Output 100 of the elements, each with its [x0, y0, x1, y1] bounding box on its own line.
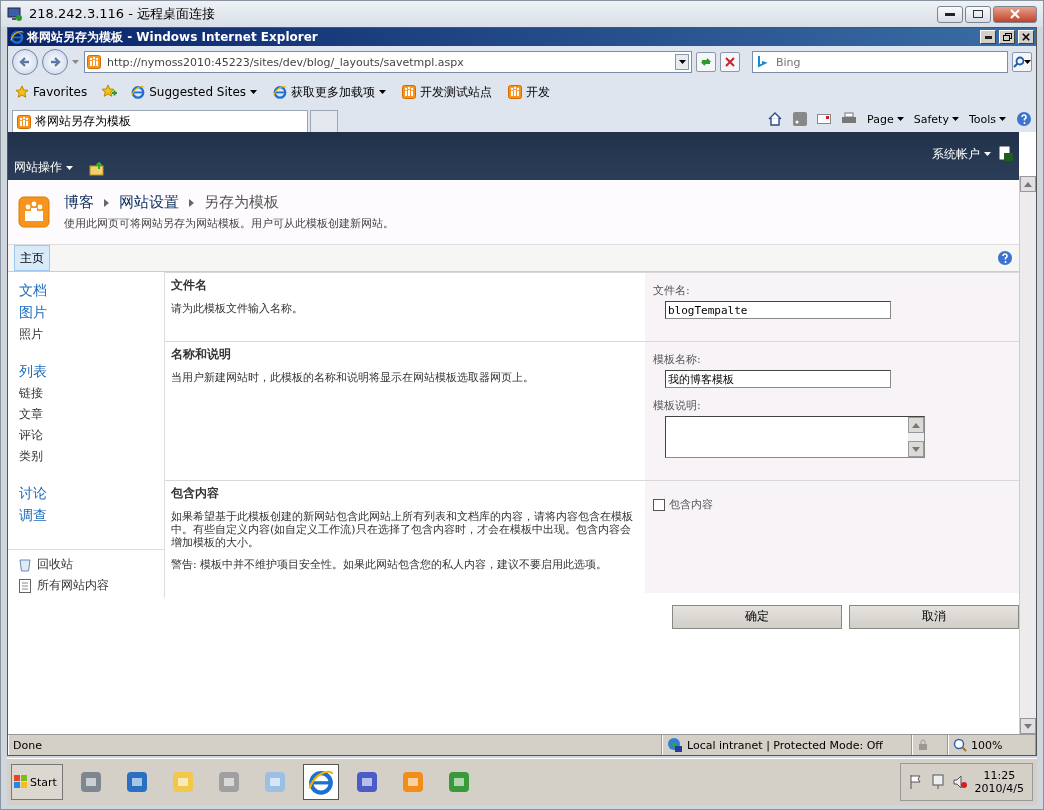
browser-tab[interactable]: 将网站另存为模板 [12, 110, 308, 132]
breadcrumb-link[interactable]: 网站设置 [119, 193, 179, 212]
help-icon[interactable] [1016, 111, 1032, 127]
favorites-item[interactable]: 获取更多加载项 [270, 81, 390, 103]
down-arrow-icon [912, 446, 920, 452]
application-icon [400, 769, 426, 795]
caret-icon [1024, 60, 1031, 64]
scroll-up-button[interactable] [1020, 176, 1036, 192]
scroll-up-button[interactable] [908, 417, 924, 433]
checkbox-label: 包含内容 [669, 497, 713, 512]
menu-button[interactable]: Safety [913, 112, 959, 126]
clock-date: 2010/4/5 [974, 782, 1024, 795]
section-description: 当用户新建网站时，此模板的名称和说明将显示在网站模板选取器网页上。 [171, 371, 535, 385]
taskbar-button[interactable] [303, 764, 339, 800]
star-icon [15, 85, 29, 99]
section-title: 文件名 [171, 277, 208, 294]
add-favorite-icon[interactable] [100, 84, 119, 100]
zoom-level[interactable]: 100% [971, 738, 1003, 752]
form-button[interactable]: 确定 [672, 604, 842, 629]
section-title: 名称和说明 [171, 346, 232, 363]
quick-launch-link[interactable]: 评论 [8, 425, 164, 446]
mail-icon[interactable] [817, 113, 832, 125]
back-button[interactable] [12, 49, 38, 75]
stop-button[interactable] [720, 52, 740, 72]
document-icon [19, 578, 31, 593]
caret-icon [984, 152, 991, 156]
quick-launch-link[interactable]: 链接 [8, 383, 164, 404]
search-box[interactable]: Bing [752, 51, 1008, 73]
site-logo-icon [18, 196, 50, 228]
site-icon [17, 114, 31, 129]
checkbox[interactable] [653, 498, 665, 511]
search-button[interactable] [1012, 52, 1032, 72]
favorites-button[interactable]: Favorites [12, 83, 91, 101]
dropdown-button[interactable] [675, 54, 689, 70]
window-title: 218.242.3.116 - 远程桌面连接 [29, 5, 217, 23]
menu-button[interactable]: Page [867, 112, 904, 126]
quick-launch-heading[interactable]: 文档 [8, 280, 164, 302]
folder-up-icon[interactable] [89, 162, 105, 176]
zoom-icon [953, 738, 967, 752]
field-label: 模板说明: [653, 398, 702, 413]
text-field[interactable]: blogTempalte [665, 301, 891, 319]
site-icon [508, 85, 523, 99]
speaker-icon[interactable] [952, 774, 967, 790]
application-icon [78, 769, 104, 795]
quick-launch-link[interactable]: 文章 [8, 404, 164, 425]
minimize-icon [984, 35, 992, 39]
breadcrumb-separator-icon [104, 198, 109, 207]
address-bar[interactable]: http://nymoss2010:45223/sites/dev/blog/_layouts/savetmpl.aspx [84, 51, 692, 73]
caret-icon [678, 60, 686, 64]
refresh-button[interactable] [696, 52, 716, 72]
field-label: 文件名: [653, 283, 691, 298]
quick-launch-link[interactable]: 照片 [8, 324, 164, 345]
home-icon[interactable] [767, 112, 784, 126]
user-menu[interactable]: 系统帐户 [932, 145, 991, 163]
application-icon [170, 769, 196, 795]
browser-icon [308, 769, 334, 795]
flag-icon[interactable] [908, 774, 923, 790]
form-button[interactable]: 取消 [849, 604, 1019, 629]
quick-launch-link[interactable]: 所有网站内容 [8, 577, 164, 594]
favorites-item[interactable]: 开发测试站点 [399, 81, 496, 103]
close-icon [725, 57, 735, 67]
section-title: 包含内容 [171, 485, 220, 502]
text-area[interactable] [665, 416, 925, 458]
scroll-down-button[interactable] [908, 441, 924, 457]
restore-icon [1002, 33, 1012, 41]
minimize-button[interactable] [937, 5, 963, 23]
quick-launch-heading[interactable]: 讨论 [8, 483, 164, 505]
field-label: 模板名称: [653, 352, 702, 367]
start-button[interactable]: Start [11, 764, 63, 800]
breadcrumb-link[interactable]: 博客 [64, 193, 94, 212]
section-description: 请为此模板文件输入名称。 [171, 302, 304, 316]
restore-button[interactable] [999, 30, 1015, 44]
quick-launch-link[interactable]: 类别 [8, 446, 164, 467]
menu-button[interactable]: Tools [968, 112, 1006, 126]
quick-launch-heading[interactable]: 调查 [8, 505, 164, 527]
application-icon [354, 769, 380, 795]
quick-launch-link[interactable]: 回收站 [8, 556, 164, 573]
forward-button[interactable] [42, 49, 68, 75]
favorites-item[interactable]: 开发 [505, 81, 554, 103]
remote-desktop-icon [7, 6, 23, 22]
site-actions-menu[interactable]: 网站操作 [14, 159, 73, 176]
scroll-down-button[interactable] [1020, 718, 1036, 734]
quick-launch-heading[interactable]: 图片 [8, 302, 164, 324]
page-title: 另存为模板 [204, 193, 279, 212]
down-arrow-icon [1024, 723, 1032, 729]
recycle-bin-icon [19, 557, 31, 572]
quick-launch-heading[interactable]: 列表 [8, 361, 164, 383]
close-icon [1022, 33, 1030, 41]
page-description: 使用此网页可将网站另存为网站模板。用户可从此模板创建新网站。 [64, 216, 394, 231]
application-icon [446, 769, 472, 795]
printer-icon[interactable] [841, 112, 858, 126]
breadcrumb-separator-icon [189, 198, 194, 207]
text-field[interactable]: 我的博客模板 [665, 370, 891, 388]
site-icon [87, 55, 101, 69]
favorites-item[interactable]: Suggested Sites [128, 83, 261, 101]
caret-icon[interactable] [72, 59, 80, 65]
help-icon[interactable] [997, 250, 1013, 266]
top-nav-tab[interactable]: 主页 [14, 245, 50, 271]
maximize-button[interactable] [965, 5, 991, 23]
window-title: 将网站另存为模板 - Windows Internet Explorer [27, 28, 319, 46]
